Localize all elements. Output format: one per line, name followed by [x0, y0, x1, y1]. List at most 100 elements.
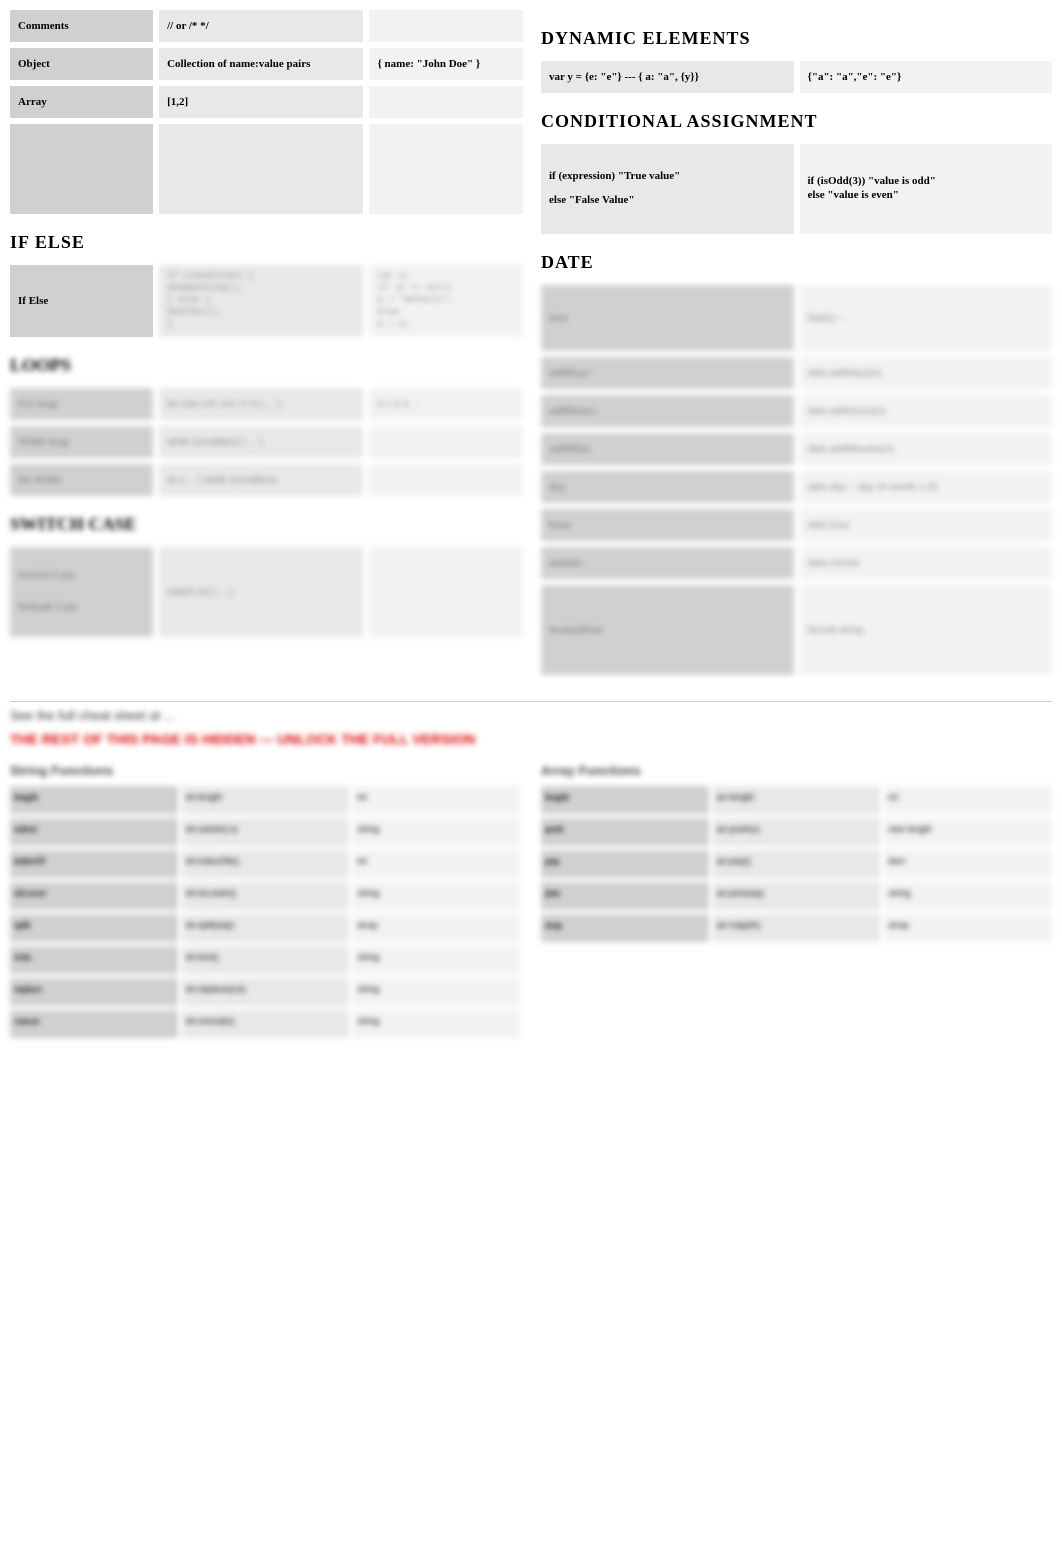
- cond-l1: if (expression) "True value": [549, 170, 786, 182]
- table-row: maparr.map(fn)array: [541, 914, 1052, 942]
- string-fn-title: String Functions: [10, 763, 521, 778]
- code-line: if (a == null): [377, 283, 514, 293]
- fn-returns: int: [353, 850, 521, 878]
- fn-syntax: str.concat(s): [182, 1010, 350, 1038]
- date-format-ex: format string: [800, 585, 1053, 675]
- right-column: DYNAMIC ELEMENTS var y = {e: "e"} --- { …: [541, 10, 1052, 681]
- cond-ex1: if (isOdd(3)) "value is odd": [808, 175, 1045, 187]
- date-minute-ex: date.minute: [800, 547, 1053, 579]
- while-label: While loop: [10, 426, 153, 458]
- fn-returns: new length: [884, 818, 1052, 846]
- comments-syntax: // or /* */: [159, 10, 363, 42]
- code-line: a = a;: [377, 319, 514, 329]
- fn-name: trim: [10, 946, 178, 974]
- fn-name: substr: [10, 818, 178, 846]
- blank-label: [10, 124, 153, 214]
- date-minute-label: minute: [541, 547, 794, 579]
- footer-note-1: See the full cheat sheet at ...: [10, 708, 1052, 723]
- code-line: else: [377, 307, 514, 317]
- fn-syntax: str.split(sep): [182, 914, 350, 942]
- row-array: Array [1,2]: [10, 86, 521, 118]
- label-array: Array: [10, 86, 153, 118]
- date-day-label: day: [541, 471, 794, 503]
- code-line: doOther();: [167, 307, 355, 317]
- cond-title: CONDITIONAL ASSIGNMENT: [541, 111, 1052, 132]
- table-row: trimstr.trim()string: [10, 946, 521, 974]
- table-row: concatstr.concat(s)string: [10, 1010, 521, 1038]
- cond-ex2: else "value is even": [808, 189, 1045, 201]
- fn-name: indexOf: [10, 850, 178, 878]
- cond-l2: else "False Value": [549, 194, 786, 206]
- switch-l2: Default Case: [18, 601, 145, 613]
- string-functions: String Functions lengthstr.length int subs…: [10, 755, 521, 1042]
- fn-name: toLower: [10, 882, 178, 910]
- date-title: DATE: [541, 252, 1052, 273]
- fn-returns: array: [353, 914, 521, 942]
- fn-syntax: arr.push(x): [713, 818, 881, 846]
- fn-returns: string: [353, 978, 521, 1006]
- code-line: doSomething();: [167, 283, 355, 293]
- date-hour-ex: date.hour: [800, 509, 1053, 541]
- fn-name: length: [10, 786, 178, 814]
- ifelse-example: var a; if (a == null) a = "default"; els…: [369, 265, 522, 337]
- dynamic-desc: var y = {e: "e"} --- { a: "a", {y}}: [541, 61, 794, 93]
- dowhile-label: Do While: [10, 464, 153, 496]
- while-syntax: while (condition) { ... }: [159, 426, 363, 458]
- object-example: { name: "John Doe" }: [369, 48, 522, 80]
- code-line: if (condition) {: [167, 271, 355, 281]
- date-row-5: hour date.hour: [541, 509, 1052, 541]
- date-addhours-label: addHours: [541, 395, 794, 427]
- fn-syntax: arr.pop(): [713, 850, 881, 878]
- fn-returns: string: [353, 946, 521, 974]
- ifelse-label: If Else: [10, 265, 153, 337]
- array-functions: Array Functions lengtharr.lengthintpusha…: [541, 755, 1052, 1042]
- fn-syntax: arr.map(fn): [713, 914, 881, 942]
- ifelse-syntax: if (condition) { doSomething(); } else {…: [159, 265, 363, 337]
- fn-name: length: [541, 786, 709, 814]
- table-row: lengtharr.lengthint: [541, 786, 1052, 814]
- date-hour-label: hour: [541, 509, 794, 541]
- fn-returns: item: [884, 850, 1052, 878]
- comments-example: [369, 10, 522, 42]
- row-comments: Comments // or /* */: [10, 10, 521, 42]
- left-column: Comments // or /* */ Object Collection o…: [10, 10, 521, 681]
- fn-name: join: [541, 882, 709, 910]
- divider: [10, 701, 1052, 702]
- date-addmins-label: addMins: [541, 433, 794, 465]
- fn-returns: string: [353, 818, 521, 846]
- date-now-ex: Date() --: [800, 285, 1053, 351]
- while-ex: [369, 426, 522, 458]
- fn-syntax: str.substr(i,n): [182, 818, 350, 846]
- code-line: a = "default";: [377, 295, 514, 305]
- date-addmins-ex: date.addMinutes(n): [800, 433, 1053, 465]
- date-row-6: minute date.minute: [541, 547, 1052, 579]
- row-object: Object Collection of name:value pairs { …: [10, 48, 521, 80]
- footer-note-2: THE REST OF THIS PAGE IS HIDDEN — UNLOCK…: [10, 731, 1052, 747]
- label-comments: Comments: [10, 10, 153, 42]
- fn-syntax: str.trim(): [182, 946, 350, 974]
- fn-returns: array: [884, 914, 1052, 942]
- row-ifelse: If Else if (condition) { doSomething(); …: [10, 265, 521, 337]
- fn-syntax: str.indexOf(s): [182, 850, 350, 878]
- loops-title: LOOPS: [10, 355, 521, 376]
- fn-name: pop: [541, 850, 709, 878]
- table-row: splitstr.split(sep)array: [10, 914, 521, 942]
- table-row: poparr.pop()item: [541, 850, 1052, 878]
- switch-title: SWITCH CASE: [10, 514, 521, 535]
- fn-returns: string: [353, 882, 521, 910]
- row-dynamic: var y = {e: "e"} --- { a: "a", {y}} {"a"…: [541, 61, 1052, 93]
- loops-rows: For loop for (var i=0; i<n; i++) { ... }…: [10, 388, 521, 496]
- fn-returns: int: [884, 786, 1052, 814]
- switch-syntax: switch (x) { ... }: [159, 547, 363, 637]
- date-now-label: now: [541, 285, 794, 351]
- date-row-4: day date.day -- day of month 1-31: [541, 471, 1052, 503]
- date-row-1: addDays date.addDays(n): [541, 357, 1052, 389]
- fn-syntax: str.length: [182, 786, 350, 814]
- dowhile-ex: [369, 464, 522, 496]
- fn-syntax: str.toLower(): [182, 882, 350, 910]
- blank-desc: [159, 124, 363, 214]
- fn-syntax: arr.length: [713, 786, 881, 814]
- array-extra: [369, 86, 522, 118]
- for-syntax: for (var i=0; i<n; i++) { ... }: [159, 388, 363, 420]
- code-line: } else {: [167, 295, 355, 305]
